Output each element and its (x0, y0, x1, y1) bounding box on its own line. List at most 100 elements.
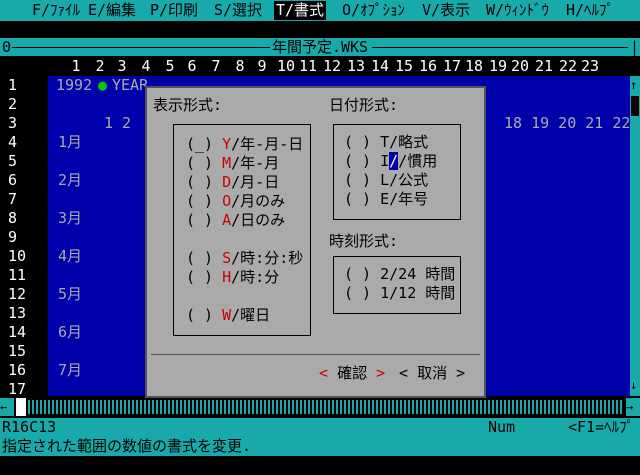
row-header[interactable]: 14 (8, 323, 26, 342)
row-header[interactable]: 9 (8, 228, 17, 247)
column-header[interactable]: 18 (462, 57, 486, 75)
column-header[interactable]: 15 (392, 57, 416, 75)
cell-month[interactable]: 6月 (58, 323, 82, 342)
column-header[interactable]: 21 (532, 57, 556, 75)
cell-month[interactable]: 5月 (58, 285, 82, 304)
row-header[interactable]: 15 (8, 342, 26, 361)
row-header[interactable]: 8 (8, 209, 17, 228)
hscroll-thumb[interactable] (16, 398, 26, 416)
row-header[interactable]: 16 (8, 361, 26, 380)
column-header[interactable]: 10 (274, 57, 298, 75)
window-title-bar[interactable]: 0 年間予定.WKS | (0, 38, 640, 56)
time-format-group: ( ) 2/24 時間 ( ) 1/12 時間 (333, 256, 461, 314)
option-ym[interactable]: ( ) M/年-月 (186, 154, 279, 173)
row-header[interactable]: 7 (8, 190, 17, 209)
scroll-up-icon[interactable]: ↑ (630, 78, 637, 92)
scroll-left-icon[interactable]: ← (0, 398, 14, 416)
option-md[interactable]: ( ) D/月-日 (186, 173, 279, 192)
option-date-era[interactable]: ( ) E/年号 (344, 190, 428, 209)
column-header[interactable]: 17 (440, 57, 464, 75)
row-header[interactable]: 13 (8, 304, 26, 323)
ok-button[interactable]: < 確認 > (319, 362, 385, 383)
option-time-12[interactable]: ( ) 1/12 時間 (344, 284, 455, 303)
column-header[interactable]: 1 (64, 57, 88, 75)
menu-view[interactable]: V/表示 (420, 1, 472, 20)
column-header[interactable]: 12 (320, 57, 344, 75)
column-header[interactable]: 13 (344, 57, 368, 75)
row-header[interactable]: 2 (8, 95, 17, 114)
menu-options[interactable]: O/ｵﾌﾟｼｮﾝ (340, 1, 407, 20)
cell-month[interactable]: 4月 (58, 247, 82, 266)
column-header[interactable]: 22 (556, 57, 580, 75)
circle-icon: ● (98, 76, 108, 94)
cell-b1[interactable]: YEAR (112, 76, 148, 95)
column-header[interactable]: 6 (180, 57, 204, 75)
option-date-short[interactable]: ( ) T/略式 (344, 133, 428, 152)
option-day-only[interactable]: ( ) A/日のみ (186, 211, 285, 230)
status-message: 指定された範囲の数値の書式を変更. (2, 437, 252, 455)
menu-select[interactable]: S/選択 (212, 1, 264, 20)
window-close-icon[interactable]: | (630, 38, 639, 56)
row-header[interactable]: 11 (8, 266, 26, 285)
cell-month[interactable]: 3月 (58, 209, 82, 228)
column-header[interactable]: 9 (250, 57, 274, 75)
cancel-button[interactable]: < 取消 > (399, 362, 465, 383)
column-header[interactable]: 5 (158, 57, 182, 75)
column-header[interactable]: 23 (578, 57, 602, 75)
row-header[interactable]: 4 (8, 133, 17, 152)
option-weekday[interactable]: ( ) W/曜日 (186, 306, 270, 325)
cell-a1[interactable]: 1992 (56, 76, 92, 95)
option-ymd[interactable]: (_) Y/年-月-日 (186, 135, 303, 154)
scroll-down-icon[interactable]: ↓ (630, 378, 637, 392)
menu-print[interactable]: P/印刷 (148, 1, 200, 20)
menu-edit[interactable]: E/編集 (86, 1, 138, 20)
hscroll-track[interactable] (28, 400, 624, 414)
column-header[interactable]: 2 (88, 57, 112, 75)
scroll-thumb[interactable] (631, 96, 639, 116)
column-header[interactable]: 3 (110, 57, 134, 75)
row-header[interactable]: 5 (8, 152, 17, 171)
row-header[interactable]: 17 (8, 380, 26, 399)
cell-month[interactable]: 1月 (58, 133, 82, 152)
column-header[interactable]: 4 (134, 57, 158, 75)
status-bar: R16C13 Num <F1=ﾍﾙﾌﾟ> (0, 418, 640, 455)
vertical-scrollbar[interactable]: ↑ ↓ (630, 76, 640, 396)
option-hms[interactable]: ( ) S/時:分:秒 (186, 249, 303, 268)
scroll-right-icon[interactable]: → (626, 398, 640, 416)
row-header[interactable]: 1 (8, 76, 17, 95)
format-dialog: 表示形式: (_) Y/年-月-日 ( ) M/年-月 ( ) D/月-日 ( … (145, 86, 486, 398)
row-header[interactable]: 3 (8, 114, 17, 133)
cell-month[interactable]: 7月 (58, 361, 82, 380)
column-header[interactable]: 8 (228, 57, 252, 75)
option-month-only[interactable]: ( ) O/月のみ (186, 192, 285, 211)
horizontal-scrollbar[interactable]: ← → (0, 398, 640, 416)
option-time-24[interactable]: ( ) 2/24 時間 (344, 265, 455, 284)
cell-row3-left[interactable]: 1 2 (104, 114, 131, 133)
column-header[interactable]: 16 (416, 57, 440, 75)
row-header[interactable]: 6 (8, 171, 17, 190)
num-lock-indicator: Num (488, 418, 516, 436)
dialog-separator (151, 354, 480, 355)
menu-window[interactable]: W/ｳｨﾝﾄﾞｳ (484, 1, 551, 20)
column-header[interactable]: 19 (486, 57, 510, 75)
row-header[interactable]: 12 (8, 285, 26, 304)
display-format-label: 表示形式: (153, 96, 223, 114)
row-header[interactable]: 10 (8, 247, 26, 266)
row-headers: 1 2 3 4 5 6 7 8 9 10 11 12 13 14 15 16 1… (0, 76, 48, 399)
column-header[interactable]: 14 (368, 57, 392, 75)
column-header[interactable]: 7 (204, 57, 228, 75)
time-format-label: 時刻形式: (329, 232, 399, 250)
toolbar-gap (0, 21, 640, 38)
message-bar: 指定された範囲の数値の書式を変更. (0, 437, 640, 456)
column-header[interactable]: 20 (508, 57, 532, 75)
menu-help[interactable]: H/ﾍﾙﾌﾟ (564, 1, 616, 20)
cell-row3-right[interactable]: 18 19 20 21 22 (504, 114, 630, 133)
column-header[interactable]: 11 (296, 57, 320, 75)
date-format-group: ( ) T/略式 ( ) I//慣用 ( ) L/公式 ( ) E/年号 (333, 124, 461, 220)
option-date-official[interactable]: ( ) L/公式 (344, 171, 428, 190)
cell-month[interactable]: 2月 (58, 171, 82, 190)
option-hm[interactable]: ( ) H/時:分 (186, 268, 279, 287)
menu-format[interactable]: T/書式 (274, 1, 327, 20)
menu-file[interactable]: F/ﾌｧｲﾙ (30, 1, 82, 20)
option-date-common[interactable]: ( ) I//慣用 (344, 152, 437, 171)
